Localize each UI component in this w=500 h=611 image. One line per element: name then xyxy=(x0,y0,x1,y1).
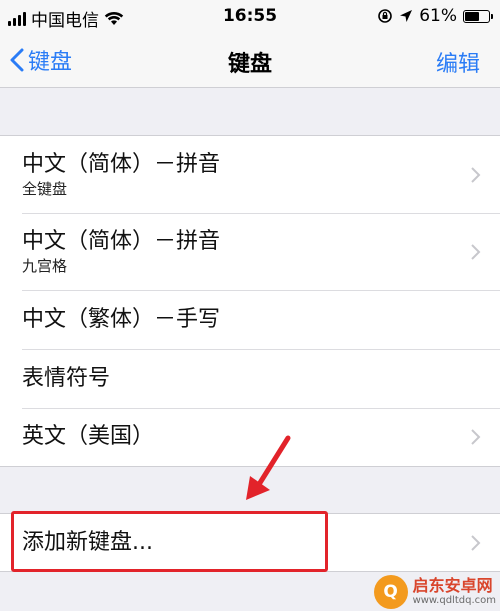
watermark-logo-icon: Q xyxy=(373,575,408,609)
list-item[interactable]: 中文（繁体）－手写 xyxy=(0,290,500,349)
orientation-lock-icon xyxy=(378,9,393,23)
status-bar: 中国电信 16:55 61% xyxy=(0,0,500,34)
battery-icon xyxy=(463,9,493,23)
list-item[interactable]: 表情符号 xyxy=(0,349,500,408)
edit-button[interactable]: 编辑 xyxy=(436,46,480,78)
location-icon xyxy=(400,10,413,22)
battery-percent: 61% xyxy=(419,6,457,26)
keyboard-title: 中文（简体）－拼音 xyxy=(22,151,221,177)
keyboard-subtitle: 九宫格 xyxy=(22,256,68,275)
chevron-right-icon xyxy=(471,243,481,260)
navigation-bar: 键盘 键盘 编辑 xyxy=(0,34,500,88)
page-title: 键盘 xyxy=(227,52,272,77)
status-right: 61% xyxy=(377,6,493,26)
chevron-right-icon xyxy=(471,429,481,445)
battery-fill xyxy=(465,11,480,21)
chevron-right-icon xyxy=(471,534,481,551)
red-arrow-icon xyxy=(246,435,291,500)
watermark: Q 启东安卓网 www.qdltdq.com xyxy=(373,575,496,609)
keyboard-title: 中文（繁体）－手写 xyxy=(22,306,221,332)
watermark-url: www.qdltdq.com xyxy=(412,595,496,606)
watermark-text: 启东安卓网 www.qdltdq.com xyxy=(413,577,496,607)
watermark-title: 启东安卓网 xyxy=(412,576,493,595)
keyboard-title: 表情符号 xyxy=(22,365,111,391)
chevron-right-icon xyxy=(471,166,481,183)
list-item[interactable]: 中文（简体）－拼音 全键盘 xyxy=(0,136,500,213)
keyboard-title: 中文（简体）－拼音 xyxy=(22,228,221,254)
keyboard-subtitle: 全键盘 xyxy=(22,179,68,198)
list-item[interactable]: 中文（简体）－拼音 九宫格 xyxy=(0,213,500,290)
keyboard-list: 中文（简体）－拼音 全键盘 中文（简体）－拼音 九宫格 中文（繁体）－手写 表情… xyxy=(0,135,500,467)
highlight-box xyxy=(11,511,328,572)
